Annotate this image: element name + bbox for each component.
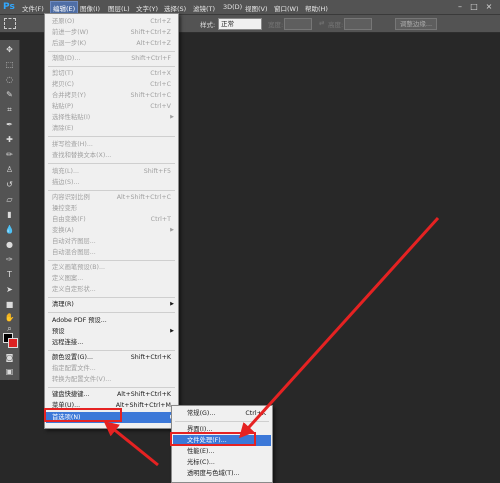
annotation-arrow-to-preferences	[103, 421, 159, 467]
annotation-arrows	[103, 216, 440, 467]
annotation-arrow-to-file-handling	[238, 216, 440, 439]
